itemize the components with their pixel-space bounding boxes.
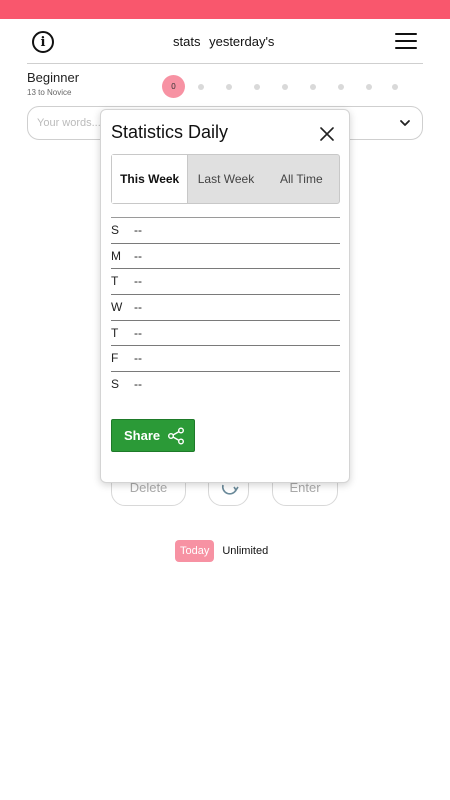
list-item: T -- [111,319,340,346]
level-progress-track: 0 [162,75,402,98]
yesterdays-link[interactable]: yesterday's [209,34,274,49]
list-item: M -- [111,242,340,269]
day-label: S [111,223,120,237]
header-nav: stats yesterday's [173,34,279,49]
day-value: -- [134,248,142,263]
header-divider [27,63,423,64]
share-icon [168,427,185,444]
tab-this-week[interactable]: This Week [112,155,189,203]
day-label: W [111,300,123,315]
day-value: -- [134,325,142,340]
modal-title: Statistics Daily [111,122,229,142]
day-value: -- [134,377,142,392]
statistics-modal: Statistics Daily This Week Last Week All… [100,109,350,483]
progress-dot [392,84,398,90]
today-mode-button[interactable]: Today [175,540,215,562]
day-label: F [111,351,119,366]
level-name: Beginner [27,70,80,85]
day-label: T [111,274,119,289]
day-value: -- [134,274,142,289]
progress-dot [198,84,204,90]
list-item: W -- [111,294,340,320]
day-label: T [111,325,119,340]
day-value: -- [134,351,142,366]
progress-dot [254,84,260,90]
week-stats-list: S -- M -- T -- W -- T -- F -- S -- [111,217,340,397]
tab-last-week[interactable]: Last Week [188,155,263,203]
score-badge: 0 [162,75,185,98]
info-icon-glyph: i [40,34,46,50]
progress-dot [310,84,316,90]
header: i stats yesterday's [27,27,423,61]
words-placeholder: Your words... [37,117,101,129]
list-item: S -- [111,371,340,397]
mode-switch: Today Unlimited [175,540,268,562]
list-item: F -- [111,345,340,371]
share-button[interactable]: Share [111,419,195,452]
day-value: -- [134,300,142,315]
day-label: S [111,377,120,392]
top-color-bar [0,0,450,19]
unlimited-mode-button[interactable]: Unlimited [222,545,268,557]
info-icon[interactable]: i [32,31,54,53]
share-label: Share [124,428,161,443]
tab-all-time[interactable]: All Time [264,155,339,203]
progress-dot [366,84,372,90]
progress-dot [282,84,288,90]
day-label: M [111,248,121,263]
progress-dot [226,84,232,90]
progress-dot [338,84,344,90]
stats-link[interactable]: stats [173,34,200,49]
list-item: S -- [111,217,340,243]
close-icon[interactable] [319,126,335,142]
day-value: -- [134,223,142,237]
level-next: 13 to Novice [27,88,72,97]
chevron-down-icon [400,120,410,126]
level-info: Beginner 13 to Novice [27,70,79,97]
hamburger-menu-icon[interactable] [395,33,417,51]
list-item: T -- [111,268,340,294]
stats-tabs: This Week Last Week All Time [111,154,340,204]
